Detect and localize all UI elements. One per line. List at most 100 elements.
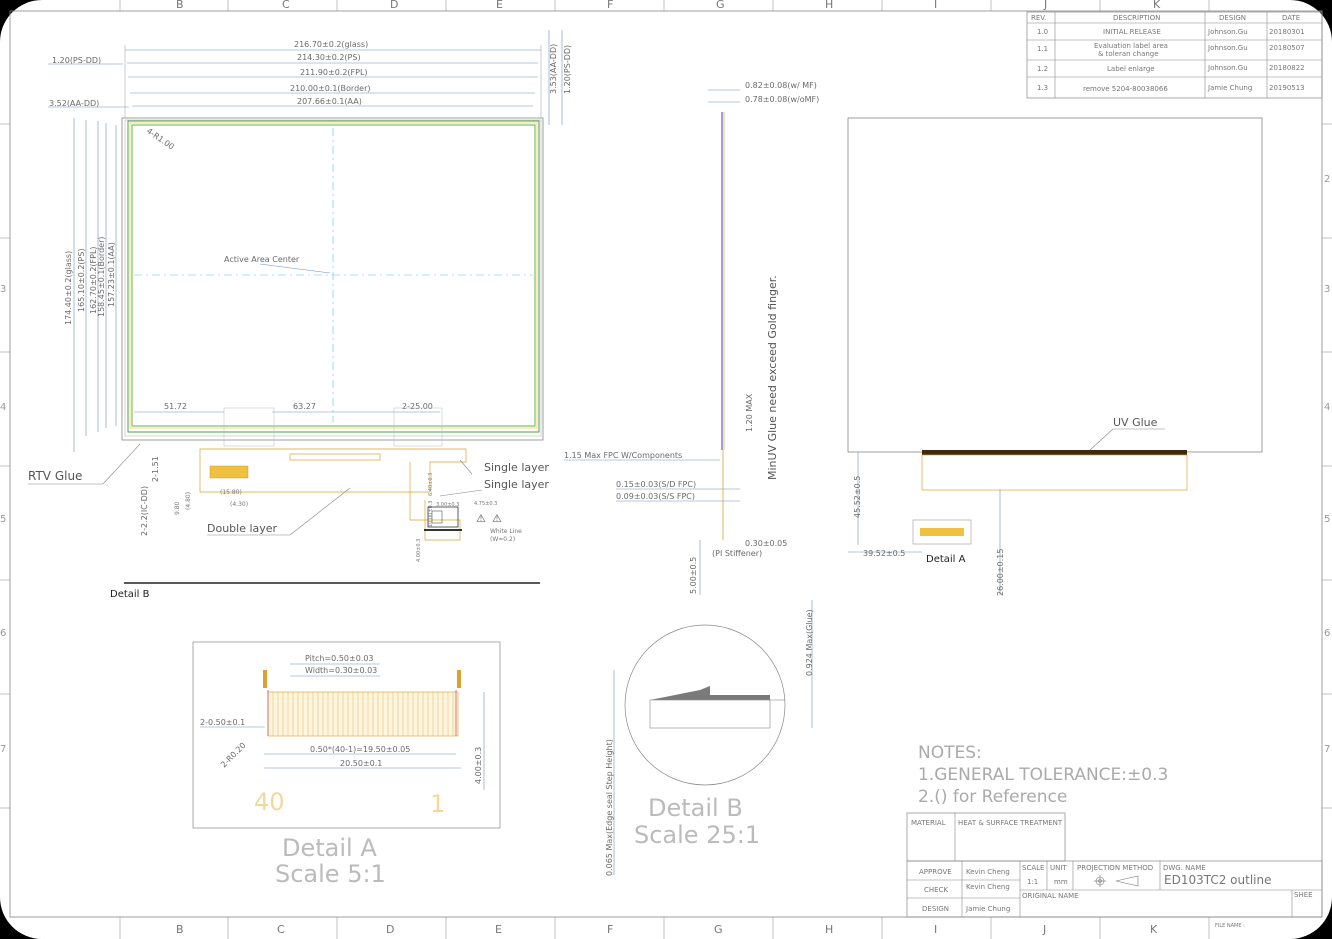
- zone-E-bottom: E: [495, 923, 502, 936]
- dim-sd-fpc: 0.15±0.03(S/D FPC): [616, 480, 696, 489]
- zone-I-bottom: I: [934, 923, 937, 936]
- zone-F-top: F: [607, 0, 613, 11]
- zone-E-top: E: [496, 0, 503, 11]
- dim-aa-dd-right: 3.53(AA-DD): [549, 44, 558, 94]
- zone-B-top: B: [176, 0, 184, 11]
- dim-19-50: 0.50*(40-1)=19.50±0.05: [310, 745, 410, 754]
- tb-approve-name: Kevin Cheng: [966, 868, 1010, 876]
- pin-40-label: 40: [254, 788, 285, 816]
- white-line-width: (W=0.2): [490, 536, 515, 543]
- tb-material: MATERIAL: [911, 819, 946, 827]
- dim-fpl-width: 211.90±0.2(FPL): [300, 68, 368, 77]
- dim-2-25: 2-25.00: [402, 402, 433, 411]
- pi-stiffener: (PI Stiffener): [712, 549, 762, 558]
- notes-title: NOTES:: [918, 743, 982, 763]
- rev-row2-desc: Evaluation label area: [1094, 42, 1168, 50]
- dim-fpc-components: 1.15 Max FPC W/Components: [564, 451, 682, 460]
- zone-J-bottom: J: [1042, 923, 1046, 936]
- dim-aa-dd-left: 3.52(AA-DD): [49, 99, 99, 108]
- dim-ps-dd-right: 1.20(PS-DD): [563, 45, 572, 94]
- tb-scale-label: SCALE: [1022, 864, 1044, 872]
- dim-glass-width: 216.70±0.2(glass): [294, 40, 368, 49]
- rev-row3-date: 20180822: [1269, 64, 1305, 72]
- rev-row2-design: Johnson.Gu: [1207, 44, 1248, 52]
- rev-header-rev: REV.: [1031, 14, 1046, 22]
- tb-sheet: SHEE: [1294, 891, 1313, 899]
- zone-3-right: 3: [1324, 284, 1330, 295]
- tb-projection: PROJECTION METHOD: [1077, 864, 1153, 872]
- zone-C-bottom: C: [277, 923, 285, 936]
- dim-border-height: 158.45±0.1(Border): [97, 237, 106, 317]
- dim-0-30: 0.30±0.05: [745, 539, 787, 548]
- dim-4-75: 4.75±0.3: [474, 501, 497, 507]
- dim-39-52: 39.52±0.5: [863, 549, 905, 558]
- dim-4-00: 4.00±0.3: [416, 539, 422, 562]
- dim-3-00: 3.00±0.3: [436, 502, 459, 508]
- zone-7-left: 7: [0, 744, 6, 755]
- dim-ps-width: 214.30±0.2(PS): [297, 53, 361, 62]
- tb-check-name: Kevin Cheng: [966, 883, 1010, 891]
- warn-icon-2: ⚠: [492, 512, 502, 525]
- uv-glue-label: UV Glue: [1113, 416, 1158, 429]
- dim-border-width: 210.00±0.1(Border): [290, 84, 370, 93]
- dim-45-52: 45.52±0.5: [853, 476, 862, 518]
- rev-row1-rev: 1.0: [1037, 28, 1048, 36]
- detail-a-scale: Scale 5:1: [275, 860, 386, 888]
- zone-C-top: C: [282, 0, 290, 11]
- rev-header-date: DATE: [1282, 14, 1300, 22]
- dim-glass-height: 174.40±0.2(glass): [64, 251, 73, 325]
- dim-2-0-50: 2-0.50±0.1: [200, 718, 245, 727]
- rev-row3-desc: Label enlarge: [1107, 65, 1155, 73]
- zone-I-top: I: [934, 0, 937, 11]
- dim-2-1-51: 2-1.51: [151, 456, 160, 482]
- single-layer-label-2: Single layer: [484, 478, 549, 491]
- tb-check: CHECK: [924, 886, 948, 894]
- tb-file-name: FILE NAME :: [1215, 923, 1245, 929]
- warn-icon-1: ⚠: [476, 512, 486, 525]
- detail-a-title: Detail A: [282, 834, 377, 862]
- dim-0-924: 0.924 Max(Glue): [805, 609, 814, 676]
- dim-5-00: 5.00±0.5: [689, 557, 698, 594]
- rev-row2-desc2: & toleran change: [1098, 50, 1159, 58]
- pin-1-label: 1: [430, 790, 445, 818]
- notes-line-1: 1.GENERAL TOLERANCE:±0.3: [918, 765, 1168, 785]
- tb-orig-label: ORIGINAL NAME: [1022, 892, 1079, 900]
- detail-b-title: Detail B: [648, 794, 743, 822]
- notes-line-2: 2.() for Reference: [918, 787, 1067, 807]
- drawing-sheet: B C D E F G H I J K B C D E F G H I J K …: [0, 0, 1332, 939]
- zone-J-top: J: [1043, 0, 1047, 11]
- detail-a-ref: Detail A: [926, 554, 966, 565]
- zone-K-top: K: [1153, 0, 1161, 11]
- single-layer-label-1: Single layer: [484, 461, 549, 474]
- zone-5-left: 5: [0, 514, 6, 525]
- dim-ss-fpc: 0.09±0.03(S/S FPC): [616, 492, 695, 501]
- rev-header-desc: DESCRIPTION: [1113, 14, 1160, 22]
- tb-dwg-name: ED103TC2 outline: [1164, 873, 1272, 887]
- tb-heat: HEAT & SURFACE TREATMENT: [958, 819, 1063, 827]
- zone-6-right: 6: [1324, 628, 1330, 639]
- zone-F-bottom: F: [607, 923, 613, 936]
- rev-row3-rev: 1.2: [1037, 65, 1048, 73]
- zone-6-left: 6: [0, 628, 6, 639]
- dim-6-40: 6.40±0.3: [428, 473, 434, 496]
- detail-b-scale: Scale 25:1: [634, 821, 760, 849]
- rev-row2-date: 20180507: [1269, 44, 1305, 52]
- double-layer-label: Double layer: [207, 522, 278, 535]
- tb-unit-value: mm: [1054, 878, 1068, 886]
- active-area-center-label: Active Area Center: [224, 255, 300, 264]
- dim-ic-dd: 2-2.2(IC-DD): [140, 486, 149, 536]
- dim-4-30: (4.30): [230, 501, 248, 508]
- zone-2-right: 2: [1324, 174, 1330, 185]
- pitch-dim: Pitch=0.50±0.03: [305, 654, 374, 663]
- tb-design-name: Jamie Chung: [965, 905, 1010, 913]
- dim-aa-width: 207.66±0.1(AA): [297, 97, 362, 106]
- tb-dwg-label: DWG. NAME: [1163, 864, 1206, 872]
- dim-26-00: 26.00±0.15: [996, 549, 1005, 596]
- dim-15-80: (15.80): [220, 489, 242, 496]
- zone-D-top: D: [390, 0, 398, 11]
- zone-H-top: H: [825, 0, 833, 11]
- dim-womf: 0.78±0.08(w/oMF): [745, 95, 819, 104]
- glue-note: MinUV Glue need exceed Gold finger.: [766, 275, 779, 480]
- zone-7-right: 7: [1324, 744, 1330, 755]
- rev-row2-rev: 1.1: [1037, 45, 1048, 53]
